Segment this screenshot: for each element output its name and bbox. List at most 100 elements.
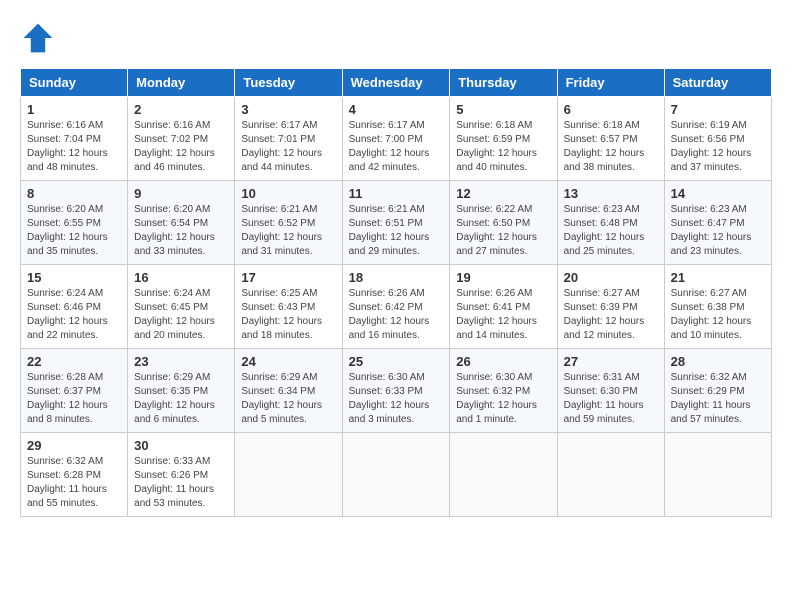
calendar-week-2: 8 Sunrise: 6:20 AMSunset: 6:55 PMDaylight… (21, 181, 772, 265)
day-info: Sunrise: 6:18 AMSunset: 6:59 PMDaylight:… (456, 120, 537, 173)
day-number: 14 (671, 186, 765, 201)
calendar-cell: 11 Sunrise: 6:21 AMSunset: 6:51 PMDayligh… (342, 181, 450, 265)
day-info: Sunrise: 6:31 AMSunset: 6:30 PMDaylight:… (564, 372, 644, 425)
day-info: Sunrise: 6:20 AMSunset: 6:55 PMDaylight:… (27, 204, 108, 257)
day-number: 15 (27, 270, 121, 285)
day-header-tuesday: Tuesday (235, 69, 342, 97)
day-info: Sunrise: 6:23 AMSunset: 6:47 PMDaylight:… (671, 204, 752, 257)
day-info: Sunrise: 6:30 AMSunset: 6:33 PMDaylight:… (349, 372, 430, 425)
calendar-cell: 10 Sunrise: 6:21 AMSunset: 6:52 PMDayligh… (235, 181, 342, 265)
day-header-sunday: Sunday (21, 69, 128, 97)
day-info: Sunrise: 6:25 AMSunset: 6:43 PMDaylight:… (241, 288, 322, 341)
calendar-cell: 18 Sunrise: 6:26 AMSunset: 6:42 PMDayligh… (342, 265, 450, 349)
day-number: 29 (27, 438, 121, 453)
day-info: Sunrise: 6:27 AMSunset: 6:39 PMDaylight:… (564, 288, 645, 341)
calendar-cell: 28 Sunrise: 6:32 AMSunset: 6:29 PMDayligh… (664, 349, 771, 433)
calendar-cell: 14 Sunrise: 6:23 AMSunset: 6:47 PMDayligh… (664, 181, 771, 265)
day-header-friday: Friday (557, 69, 664, 97)
calendar-cell: 1 Sunrise: 6:16 AMSunset: 7:04 PMDaylight… (21, 97, 128, 181)
day-number: 19 (456, 270, 550, 285)
day-number: 7 (671, 102, 765, 117)
day-number: 17 (241, 270, 335, 285)
calendar-cell: 24 Sunrise: 6:29 AMSunset: 6:34 PMDayligh… (235, 349, 342, 433)
day-header-saturday: Saturday (664, 69, 771, 97)
day-info: Sunrise: 6:30 AMSunset: 6:32 PMDaylight:… (456, 372, 537, 425)
calendar-cell: 13 Sunrise: 6:23 AMSunset: 6:48 PMDayligh… (557, 181, 664, 265)
day-info: Sunrise: 6:32 AMSunset: 6:28 PMDaylight:… (27, 456, 107, 509)
calendar-cell: 3 Sunrise: 6:17 AMSunset: 7:01 PMDaylight… (235, 97, 342, 181)
day-info: Sunrise: 6:27 AMSunset: 6:38 PMDaylight:… (671, 288, 752, 341)
calendar-week-4: 22Sunrise: 6:28 AMSunset: 6:37 PMDayligh… (21, 349, 772, 433)
calendar-cell (557, 433, 664, 517)
day-number: 12 (456, 186, 550, 201)
day-number: 10 (241, 186, 335, 201)
calendar-week-3: 15 Sunrise: 6:24 AMSunset: 6:46 PMDayligh… (21, 265, 772, 349)
day-info: Sunrise: 6:24 AMSunset: 6:46 PMDaylight:… (27, 288, 108, 341)
calendar-cell: 23 Sunrise: 6:29 AMSunset: 6:35 PMDayligh… (128, 349, 235, 433)
day-info: Sunrise: 6:32 AMSunset: 6:29 PMDaylight:… (671, 372, 751, 425)
day-number: 8 (27, 186, 121, 201)
day-info: Sunrise: 6:16 AMSunset: 7:04 PMDaylight:… (27, 120, 108, 173)
day-info: Sunrise: 6:21 AMSunset: 6:52 PMDaylight:… (241, 204, 322, 257)
calendar-cell: 19 Sunrise: 6:26 AMSunset: 6:41 PMDayligh… (450, 265, 557, 349)
day-info: Sunrise: 6:17 AMSunset: 7:01 PMDaylight:… (241, 120, 322, 173)
day-info: Sunrise: 6:26 AMSunset: 6:41 PMDaylight:… (456, 288, 537, 341)
calendar-header-row: SundayMondayTuesdayWednesdayThursdayFrid… (21, 69, 772, 97)
day-header-monday: Monday (128, 69, 235, 97)
day-info: Sunrise: 6:28 AMSunset: 6:37 PMDaylight:… (27, 372, 108, 425)
calendar-table: SundayMondayTuesdayWednesdayThursdayFrid… (20, 68, 772, 517)
calendar-cell: 29 Sunrise: 6:32 AMSunset: 6:28 PMDayligh… (21, 433, 128, 517)
calendar-cell: 26 Sunrise: 6:30 AMSunset: 6:32 PMDayligh… (450, 349, 557, 433)
day-number: 18 (349, 270, 444, 285)
day-number: 21 (671, 270, 765, 285)
day-number: 25 (349, 354, 444, 369)
calendar-cell: 5Sunrise: 6:18 AMSunset: 6:59 PMDaylight… (450, 97, 557, 181)
day-number: 6 (564, 102, 658, 117)
calendar-week-1: 1 Sunrise: 6:16 AMSunset: 7:04 PMDaylight… (21, 97, 772, 181)
calendar-cell: 9Sunrise: 6:20 AMSunset: 6:54 PMDaylight… (128, 181, 235, 265)
calendar-cell: 30 Sunrise: 6:33 AMSunset: 6:26 PMDayligh… (128, 433, 235, 517)
calendar-cell: 4Sunrise: 6:17 AMSunset: 7:00 PMDaylight… (342, 97, 450, 181)
day-number: 30 (134, 438, 228, 453)
day-number: 28 (671, 354, 765, 369)
day-header-wednesday: Wednesday (342, 69, 450, 97)
logo-icon (20, 20, 56, 56)
calendar-cell (450, 433, 557, 517)
day-info: Sunrise: 6:29 AMSunset: 6:34 PMDaylight:… (241, 372, 322, 425)
calendar-cell: 12 Sunrise: 6:22 AMSunset: 6:50 PMDayligh… (450, 181, 557, 265)
day-info: Sunrise: 6:19 AMSunset: 6:56 PMDaylight:… (671, 120, 752, 173)
day-info: Sunrise: 6:24 AMSunset: 6:45 PMDaylight:… (134, 288, 215, 341)
day-info: Sunrise: 6:16 AMSunset: 7:02 PMDaylight:… (134, 120, 215, 173)
day-number: 23 (134, 354, 228, 369)
day-number: 20 (564, 270, 658, 285)
day-number: 3 (241, 102, 335, 117)
day-info: Sunrise: 6:21 AMSunset: 6:51 PMDaylight:… (349, 204, 430, 257)
calendar-cell: 20 Sunrise: 6:27 AMSunset: 6:39 PMDayligh… (557, 265, 664, 349)
day-number: 13 (564, 186, 658, 201)
day-header-thursday: Thursday (450, 69, 557, 97)
day-number: 4 (349, 102, 444, 117)
day-number: 24 (241, 354, 335, 369)
day-info: Sunrise: 6:22 AMSunset: 6:50 PMDaylight:… (456, 204, 537, 257)
day-number: 11 (349, 186, 444, 201)
calendar-cell: 21 Sunrise: 6:27 AMSunset: 6:38 PMDayligh… (664, 265, 771, 349)
day-info: Sunrise: 6:23 AMSunset: 6:48 PMDaylight:… (564, 204, 645, 257)
day-info: Sunrise: 6:33 AMSunset: 6:26 PMDaylight:… (134, 456, 214, 509)
day-number: 27 (564, 354, 658, 369)
calendar-cell (235, 433, 342, 517)
page-header (20, 20, 772, 56)
day-info: Sunrise: 6:26 AMSunset: 6:42 PMDaylight:… (349, 288, 430, 341)
calendar-cell: 7 Sunrise: 6:19 AMSunset: 6:56 PMDaylight… (664, 97, 771, 181)
day-info: Sunrise: 6:29 AMSunset: 6:35 PMDaylight:… (134, 372, 215, 425)
day-info: Sunrise: 6:20 AMSunset: 6:54 PMDaylight:… (134, 204, 215, 257)
day-info: Sunrise: 6:18 AMSunset: 6:57 PMDaylight:… (564, 120, 645, 173)
calendar-cell: 22Sunrise: 6:28 AMSunset: 6:37 PMDayligh… (21, 349, 128, 433)
day-number: 26 (456, 354, 550, 369)
day-number: 1 (27, 102, 121, 117)
day-number: 2 (134, 102, 228, 117)
calendar-cell: 25 Sunrise: 6:30 AMSunset: 6:33 PMDayligh… (342, 349, 450, 433)
calendar-cell: 27 Sunrise: 6:31 AMSunset: 6:30 PMDayligh… (557, 349, 664, 433)
calendar-cell: 6 Sunrise: 6:18 AMSunset: 6:57 PMDaylight… (557, 97, 664, 181)
calendar-cell: 8 Sunrise: 6:20 AMSunset: 6:55 PMDaylight… (21, 181, 128, 265)
calendar-cell (664, 433, 771, 517)
